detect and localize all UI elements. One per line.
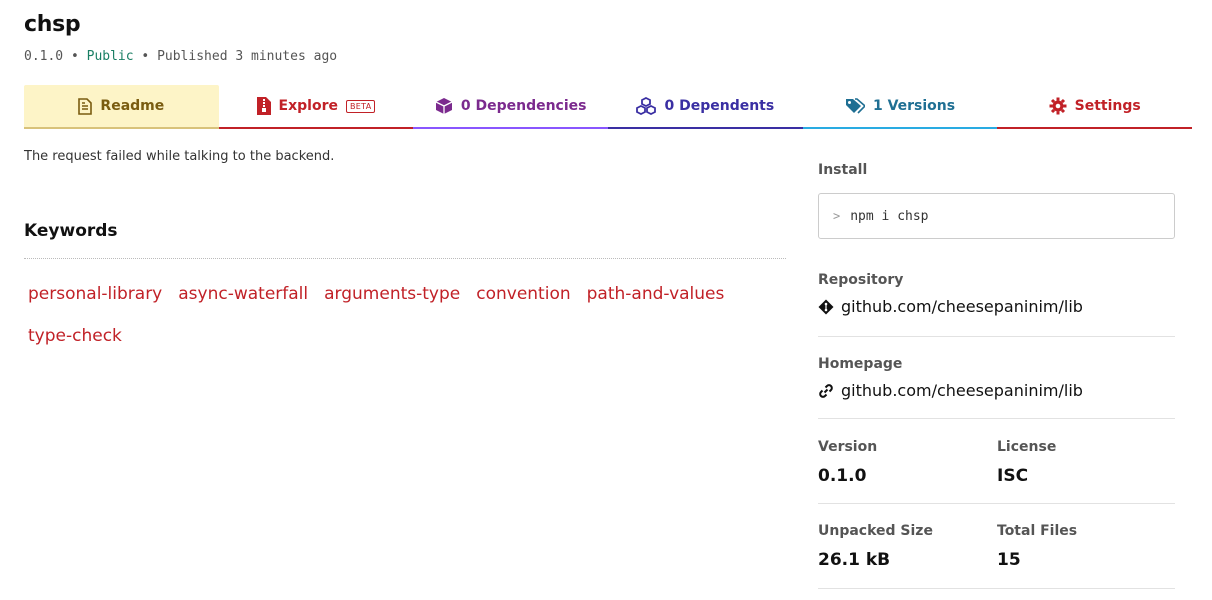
homepage-link[interactable]: github.com/cheesepaninim/lib (818, 381, 1083, 400)
keyword-link[interactable]: convention (472, 280, 574, 308)
tags-icon (845, 98, 865, 114)
package-title: chsp (24, 12, 81, 37)
keywords-heading: Keywords (24, 221, 118, 241)
repository-link-text: github.com/cheesepaninim/lib (841, 297, 1083, 316)
keyword-link[interactable]: async-waterfall (174, 280, 312, 308)
tab-dependencies-label: 0 Dependencies (460, 98, 587, 114)
license-label: License (997, 439, 1057, 455)
tab-dependencies[interactable]: 0 Dependencies (413, 85, 609, 129)
readme-error-message: The request failed while talking to the … (24, 149, 335, 164)
sidebar-divider (818, 503, 1175, 504)
tab-dependents-label: 0 Dependents (664, 98, 775, 114)
version-value: 0.1.0 (818, 466, 867, 486)
tab-explore[interactable]: Explore BETA (218, 85, 414, 129)
keywords-divider (24, 258, 786, 259)
visibility-label: Public (86, 49, 134, 64)
repository-link[interactable]: github.com/cheesepaninim/lib (818, 297, 1083, 316)
keyword-link[interactable]: path-and-values (583, 280, 729, 308)
sidebar-divider (818, 418, 1175, 419)
cube-icon (435, 98, 453, 114)
package-meta: 0.1.0 • Public • Published 3 minutes ago (24, 49, 337, 64)
link-icon (819, 383, 833, 398)
unpacked-size-label: Unpacked Size (818, 523, 933, 539)
install-command-box[interactable]: > npm i chsp (818, 193, 1175, 239)
gear-icon (1049, 97, 1067, 115)
tab-explore-label: Explore (278, 98, 338, 114)
meta-separator: • (70, 49, 79, 64)
tab-versions-label: 1 Versions (872, 98, 956, 114)
license-value: ISC (997, 466, 1029, 486)
tab-readme-label: Readme (100, 98, 165, 114)
git-icon (818, 299, 834, 314)
tab-settings-label: Settings (1074, 98, 1141, 114)
keyword-link[interactable]: type-check (24, 322, 126, 350)
install-label: Install (818, 162, 868, 178)
file-archive-icon (256, 97, 271, 115)
beta-badge: BETA (345, 99, 376, 113)
sidebar-divider (818, 588, 1175, 589)
install-command: npm i chsp (850, 208, 929, 224)
total-files-label: Total Files (997, 523, 1078, 539)
tab-settings[interactable]: Settings (997, 85, 1193, 129)
cubes-icon (636, 97, 657, 115)
keywords-list: personal-library async-waterfall argumen… (24, 280, 764, 350)
version-label: Version (818, 439, 878, 455)
prompt-icon: > (833, 209, 841, 223)
homepage-link-text: github.com/cheesepaninim/lib (841, 381, 1083, 400)
keyword-link[interactable]: personal-library (24, 280, 166, 308)
sidebar-divider (818, 336, 1175, 337)
keyword-link[interactable]: arguments-type (320, 280, 464, 308)
document-icon (78, 97, 93, 115)
package-version: 0.1.0 (24, 49, 64, 64)
package-tabs: Readme Explore BETA 0 Dependencies 0 Dep… (24, 85, 1193, 129)
published-time: Published 3 minutes ago (157, 49, 338, 64)
tab-versions[interactable]: 1 Versions (802, 85, 998, 129)
homepage-label: Homepage (818, 356, 903, 372)
meta-separator: • (141, 49, 150, 64)
tab-readme[interactable]: Readme (24, 85, 219, 129)
total-files-value: 15 (997, 550, 1021, 570)
tab-dependents[interactable]: 0 Dependents (608, 85, 803, 129)
unpacked-size-value: 26.1 kB (818, 550, 891, 570)
repository-label: Repository (818, 272, 904, 288)
